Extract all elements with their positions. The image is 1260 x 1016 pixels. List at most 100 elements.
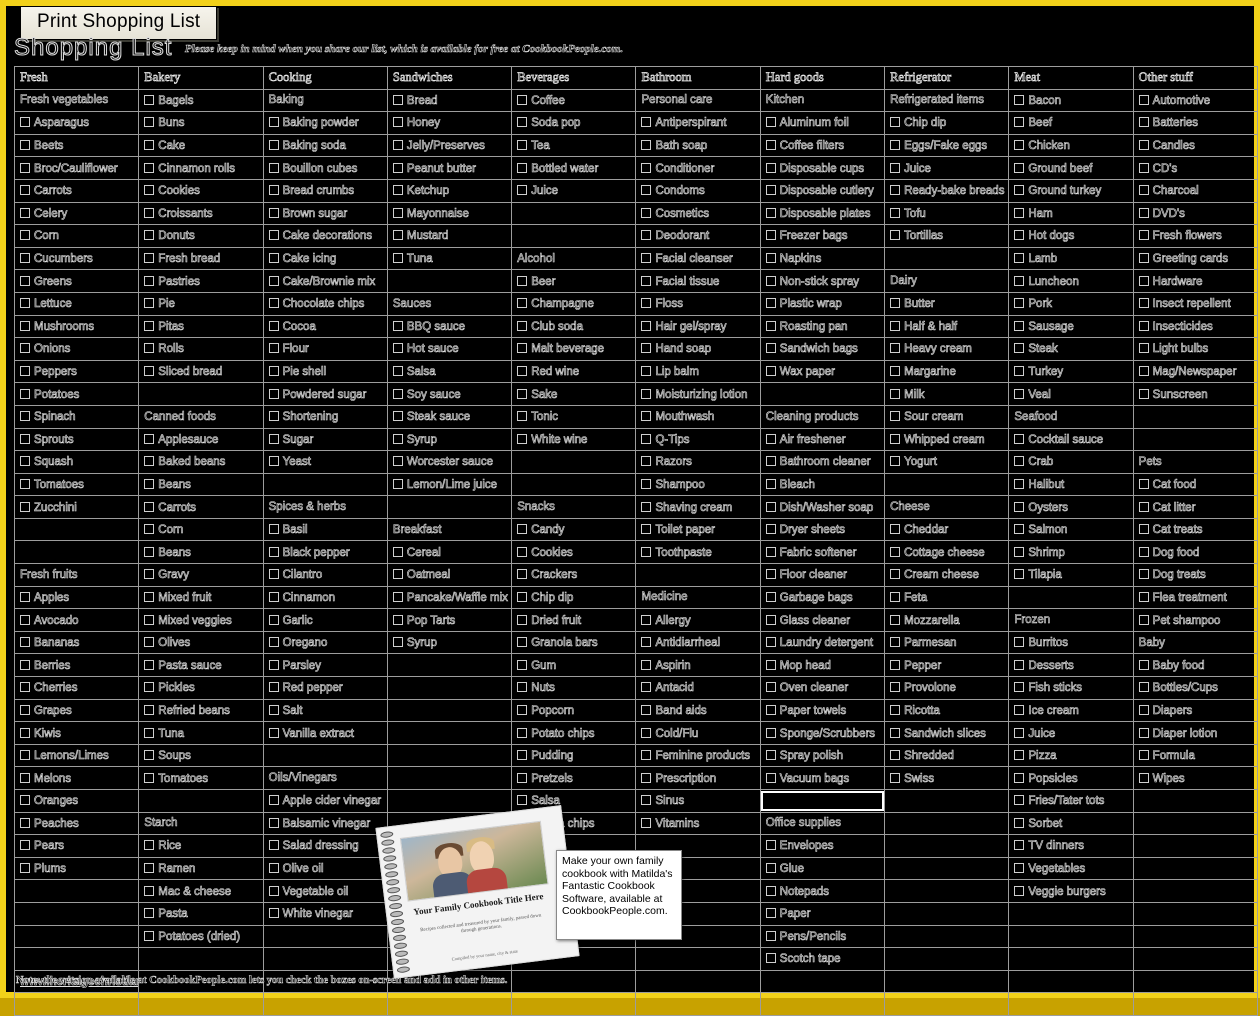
empty-cell[interactable] xyxy=(1008,992,1134,1016)
checklist-item[interactable]: Parmesan xyxy=(884,630,1010,655)
checklist-item[interactable]: Salad dressing xyxy=(262,834,388,858)
checklist-item[interactable]: Disposable cups xyxy=(759,156,886,180)
checklist-item[interactable]: Mixed veggies xyxy=(138,608,264,632)
checklist-item[interactable]: Roasting pan xyxy=(759,314,886,339)
checkbox-icon[interactable] xyxy=(144,863,155,874)
checkbox-icon[interactable] xyxy=(641,433,652,444)
checklist-item[interactable]: Facial cleanser xyxy=(635,246,761,271)
checkbox-icon[interactable] xyxy=(765,185,776,196)
checklist-item[interactable]: Pop Tarts xyxy=(386,608,513,632)
checkbox-icon[interactable] xyxy=(20,614,30,625)
checkbox-icon[interactable] xyxy=(144,253,155,264)
checkbox-icon[interactable] xyxy=(20,750,30,761)
checkbox-icon[interactable] xyxy=(268,637,279,648)
checklist-item[interactable]: Flea treatment xyxy=(1132,585,1259,610)
checkbox-icon[interactable] xyxy=(641,117,652,128)
checklist-item[interactable]: Steak xyxy=(1008,337,1134,361)
empty-cell[interactable] xyxy=(386,269,513,293)
empty-cell[interactable] xyxy=(13,517,140,542)
empty-cell[interactable] xyxy=(1132,992,1259,1016)
checkbox-icon[interactable] xyxy=(1014,704,1025,715)
checklist-item[interactable]: Tomatoes xyxy=(138,766,264,790)
checklist-item[interactable]: Laundry detergent xyxy=(759,630,886,655)
checkbox-icon[interactable] xyxy=(890,366,901,377)
checklist-item[interactable]: Lip balm xyxy=(635,359,761,384)
checklist-item[interactable]: Band aids xyxy=(635,698,761,723)
empty-cell[interactable] xyxy=(386,789,513,813)
checkbox-icon[interactable] xyxy=(890,185,901,196)
checkbox-icon[interactable] xyxy=(20,117,30,128)
checkbox-icon[interactable] xyxy=(268,140,279,151)
checkbox-icon[interactable] xyxy=(1138,546,1149,557)
checkbox-icon[interactable] xyxy=(765,162,776,173)
checkbox-icon[interactable] xyxy=(1014,366,1025,377)
checkbox-icon[interactable] xyxy=(765,637,776,648)
checkbox-icon[interactable] xyxy=(268,524,279,535)
checkbox-icon[interactable] xyxy=(1014,433,1025,444)
checkbox-icon[interactable] xyxy=(1014,501,1025,512)
checkbox-icon[interactable] xyxy=(1014,750,1025,761)
empty-cell[interactable] xyxy=(1008,924,1134,949)
checkbox-icon[interactable] xyxy=(1138,591,1149,602)
checkbox-icon[interactable] xyxy=(765,750,776,761)
checklist-item[interactable]: Half & half xyxy=(884,314,1010,339)
checklist-item[interactable]: Beans xyxy=(138,472,264,497)
checklist-item[interactable]: Mustard xyxy=(386,224,513,248)
checklist-item[interactable]: Bottled water xyxy=(511,156,637,180)
checkbox-icon[interactable] xyxy=(1014,478,1025,489)
checkbox-icon[interactable] xyxy=(20,207,30,218)
empty-cell[interactable] xyxy=(1132,969,1259,994)
checklist-item[interactable]: Syrup xyxy=(386,630,513,655)
checklist-item[interactable]: Floor cleaner xyxy=(759,563,886,587)
checklist-item[interactable]: Burritos xyxy=(1008,630,1134,655)
checklist-item[interactable]: Soda pop xyxy=(511,111,637,135)
checklist-item[interactable]: Coffee xyxy=(511,88,637,113)
checkbox-icon[interactable] xyxy=(392,591,403,602)
checkbox-icon[interactable] xyxy=(1014,117,1025,128)
empty-cell[interactable] xyxy=(386,879,513,903)
checkbox-icon[interactable] xyxy=(392,614,403,625)
checklist-item[interactable]: Napkins xyxy=(759,246,886,271)
checklist-item[interactable]: Heavy cream xyxy=(884,337,1010,361)
checkbox-icon[interactable] xyxy=(517,750,528,761)
checkbox-icon[interactable] xyxy=(1138,727,1149,738)
checkbox-icon[interactable] xyxy=(20,704,30,715)
checklist-item[interactable]: Cookies xyxy=(138,178,264,203)
checklist-item[interactable]: Sake xyxy=(511,382,637,406)
checkbox-icon[interactable] xyxy=(144,524,155,535)
checkbox-icon[interactable] xyxy=(1014,94,1025,105)
checklist-item[interactable]: Dryer sheets xyxy=(759,517,886,542)
checklist-item[interactable]: Antiperspirant xyxy=(635,111,761,135)
checklist-item[interactable]: Dog treats xyxy=(1132,563,1259,587)
checklist-item[interactable]: Beer xyxy=(511,269,637,293)
checklist-item[interactable]: Vanilla extract xyxy=(262,721,388,745)
checklist-item[interactable]: Diapers xyxy=(1132,698,1259,723)
checklist-item[interactable]: Pepper xyxy=(884,653,1010,678)
checkbox-icon[interactable] xyxy=(144,750,155,761)
checklist-item[interactable]: Tofu xyxy=(884,201,1010,226)
checklist-item[interactable]: Spinach xyxy=(13,404,140,429)
checkbox-icon[interactable] xyxy=(641,185,652,196)
checklist-item[interactable]: Air freshener xyxy=(759,427,886,452)
checkbox-icon[interactable] xyxy=(890,524,901,535)
checklist-item[interactable]: Basil xyxy=(262,517,388,542)
checkbox-icon[interactable] xyxy=(1014,230,1025,241)
checkbox-icon[interactable] xyxy=(765,704,776,715)
checklist-item[interactable]: Potatoes xyxy=(13,382,140,406)
checklist-item[interactable]: Celery xyxy=(13,201,140,226)
empty-cell[interactable] xyxy=(138,947,264,971)
checkbox-icon[interactable] xyxy=(144,478,155,489)
checkbox-icon[interactable] xyxy=(765,140,776,151)
checkbox-icon[interactable] xyxy=(268,817,279,828)
checklist-item[interactable]: CD's xyxy=(1132,156,1259,180)
checklist-item[interactable]: Oysters xyxy=(1008,495,1134,519)
checklist-item[interactable]: Tilapia xyxy=(1008,563,1134,587)
checkbox-icon[interactable] xyxy=(392,185,403,196)
checklist-item[interactable]: Corn xyxy=(13,224,140,248)
empty-cell[interactable] xyxy=(511,834,637,858)
empty-cell[interactable] xyxy=(511,450,637,474)
checkbox-icon[interactable] xyxy=(1014,140,1025,151)
checklist-item[interactable]: Granola bars xyxy=(511,630,637,655)
checkbox-icon[interactable] xyxy=(392,388,403,399)
checklist-item[interactable]: Hand soap xyxy=(635,337,761,361)
